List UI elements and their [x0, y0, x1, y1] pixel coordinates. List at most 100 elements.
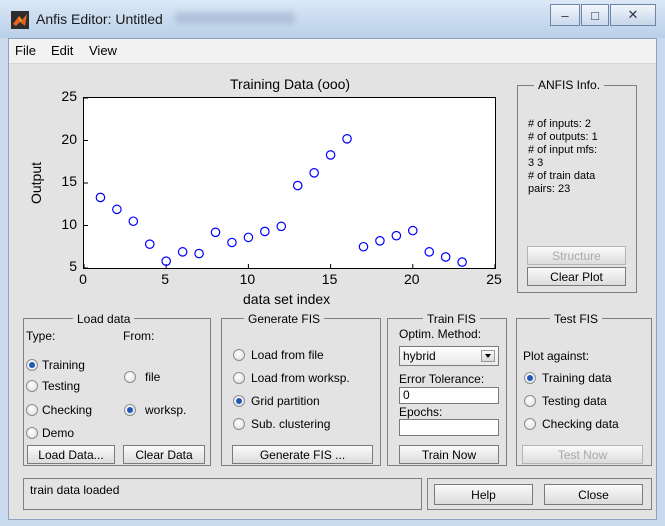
clear-plot-button[interactable]: Clear Plot — [527, 267, 626, 286]
data-point — [95, 192, 106, 203]
radio-label: Checking data — [542, 417, 619, 431]
data-point — [358, 241, 369, 252]
y-tick-label: 5 — [69, 258, 77, 274]
data-point — [440, 252, 451, 262]
train-fis-title: Train FIS — [423, 312, 480, 326]
help-button[interactable]: Help — [434, 484, 533, 505]
title-redacted — [175, 12, 295, 24]
menu-view[interactable]: View — [89, 43, 117, 58]
data-point — [325, 150, 336, 160]
radio-button-icon — [233, 395, 245, 407]
radio-label: Training — [42, 358, 85, 372]
radio-label: Testing data — [542, 394, 607, 408]
data-point — [128, 216, 139, 227]
menu-edit[interactable]: Edit — [51, 43, 73, 58]
test-now-button[interactable]: Test Now — [522, 445, 643, 464]
optim-method-select[interactable]: hybrid — [399, 346, 499, 366]
info-line: # of inputs: 2 — [528, 118, 591, 130]
radio-button-icon — [233, 418, 245, 430]
anfis-info-title: ANFIS Info. — [534, 78, 605, 92]
radio-button-icon — [26, 359, 38, 371]
from-label: From: — [123, 329, 155, 343]
data-point — [375, 236, 385, 246]
epochs-input[interactable] — [399, 419, 499, 436]
plot-against-label: Plot against: — [523, 349, 590, 363]
window-title: Anfis Editor: Untitled — [36, 11, 163, 27]
y-tick-label: 15 — [61, 173, 77, 189]
anfis-info-text: # of inputs: 2 # of outputs: 1 # of inpu… — [528, 118, 598, 196]
radio-button-icon — [233, 349, 245, 361]
radio-label: Grid partition — [251, 394, 320, 408]
close-icon: ✕ — [627, 7, 639, 22]
clear-data-button[interactable]: Clear Data — [123, 445, 205, 464]
data-point — [407, 225, 418, 236]
radio-label: Sub. clustering — [251, 417, 331, 431]
data-point — [457, 257, 467, 267]
menu-file[interactable]: File — [15, 43, 36, 58]
title-bar[interactable]: Anfis Editor: Untitled – □ ✕ — [0, 0, 665, 38]
y-axis-label: Output — [28, 161, 44, 205]
data-point — [391, 230, 402, 241]
radio-button-icon — [26, 404, 38, 416]
info-line: # of outputs: 1 — [528, 131, 598, 143]
radio-label: Training data — [542, 371, 612, 385]
data-point — [276, 221, 287, 232]
radio-label: Checking — [42, 403, 93, 417]
generate-fis-button[interactable]: Generate FIS ... — [232, 445, 373, 464]
chevron-down-icon — [485, 354, 491, 358]
menu-bar: File Edit View — [9, 39, 656, 64]
y-tick-label: 25 — [61, 88, 77, 104]
data-point — [424, 247, 435, 257]
y-tick-label: 20 — [61, 130, 77, 147]
radio-button-icon — [26, 380, 38, 392]
optim-method-label: Optim. Method: — [399, 327, 482, 341]
radio-label: file — [145, 370, 161, 384]
data-point — [260, 226, 270, 237]
data-point — [292, 180, 303, 191]
radio-button-icon — [524, 395, 536, 407]
x-axis-label: data set index — [243, 291, 331, 307]
radio-label: Demo — [42, 426, 75, 440]
close-window-button[interactable]: ✕ — [610, 4, 656, 26]
status-message: train data loaded — [23, 478, 422, 510]
data-point — [210, 227, 221, 238]
dropdown-button[interactable] — [481, 350, 495, 362]
generate-fis-panel — [221, 318, 381, 466]
plot-axes — [83, 97, 496, 269]
close-button[interactable]: Close — [544, 484, 643, 505]
data-point — [194, 248, 204, 259]
radio-label: worksp. — [145, 403, 187, 417]
minimize-button[interactable]: – — [550, 4, 580, 26]
data-point — [177, 247, 188, 257]
train-now-button[interactable]: Train Now — [399, 445, 499, 464]
x-tick-label: 10 — [239, 271, 256, 287]
info-line: # of input mfs: — [528, 144, 598, 156]
data-point — [342, 133, 352, 144]
matlab-logo-icon — [11, 11, 29, 29]
x-tick-label: 20 — [404, 271, 420, 287]
maximize-button[interactable]: □ — [581, 4, 609, 26]
load-data-button[interactable]: Load Data... — [27, 445, 115, 464]
radio-button-icon — [524, 372, 536, 384]
radio-button-icon — [26, 427, 38, 439]
structure-button[interactable]: Structure — [527, 246, 626, 265]
radio-button-icon — [124, 371, 136, 383]
error-tolerance-input[interactable]: 0 — [399, 387, 499, 404]
generate-fis-title: Generate FIS — [244, 312, 325, 326]
optim-method-value: hybrid — [403, 349, 436, 363]
x-tick-label: 25 — [486, 271, 502, 287]
radio-label: Load from worksp. — [251, 371, 350, 385]
info-line: 3 3 — [528, 157, 544, 169]
test-fis-title: Test FIS — [550, 312, 603, 326]
radio-label: Testing — [42, 379, 81, 393]
error-tolerance-label: Error Tolerance: — [399, 372, 485, 386]
test-fis-panel — [516, 318, 652, 466]
radio-button-icon — [124, 404, 136, 416]
data-point — [112, 204, 122, 215]
radio-label: Load from file — [251, 348, 324, 362]
maximize-icon: □ — [591, 7, 599, 23]
x-tick-label: 0 — [79, 271, 87, 287]
epochs-label: Epochs: — [399, 405, 443, 419]
load-data-title: Load data — [73, 312, 135, 326]
minimize-icon: – — [561, 7, 569, 23]
